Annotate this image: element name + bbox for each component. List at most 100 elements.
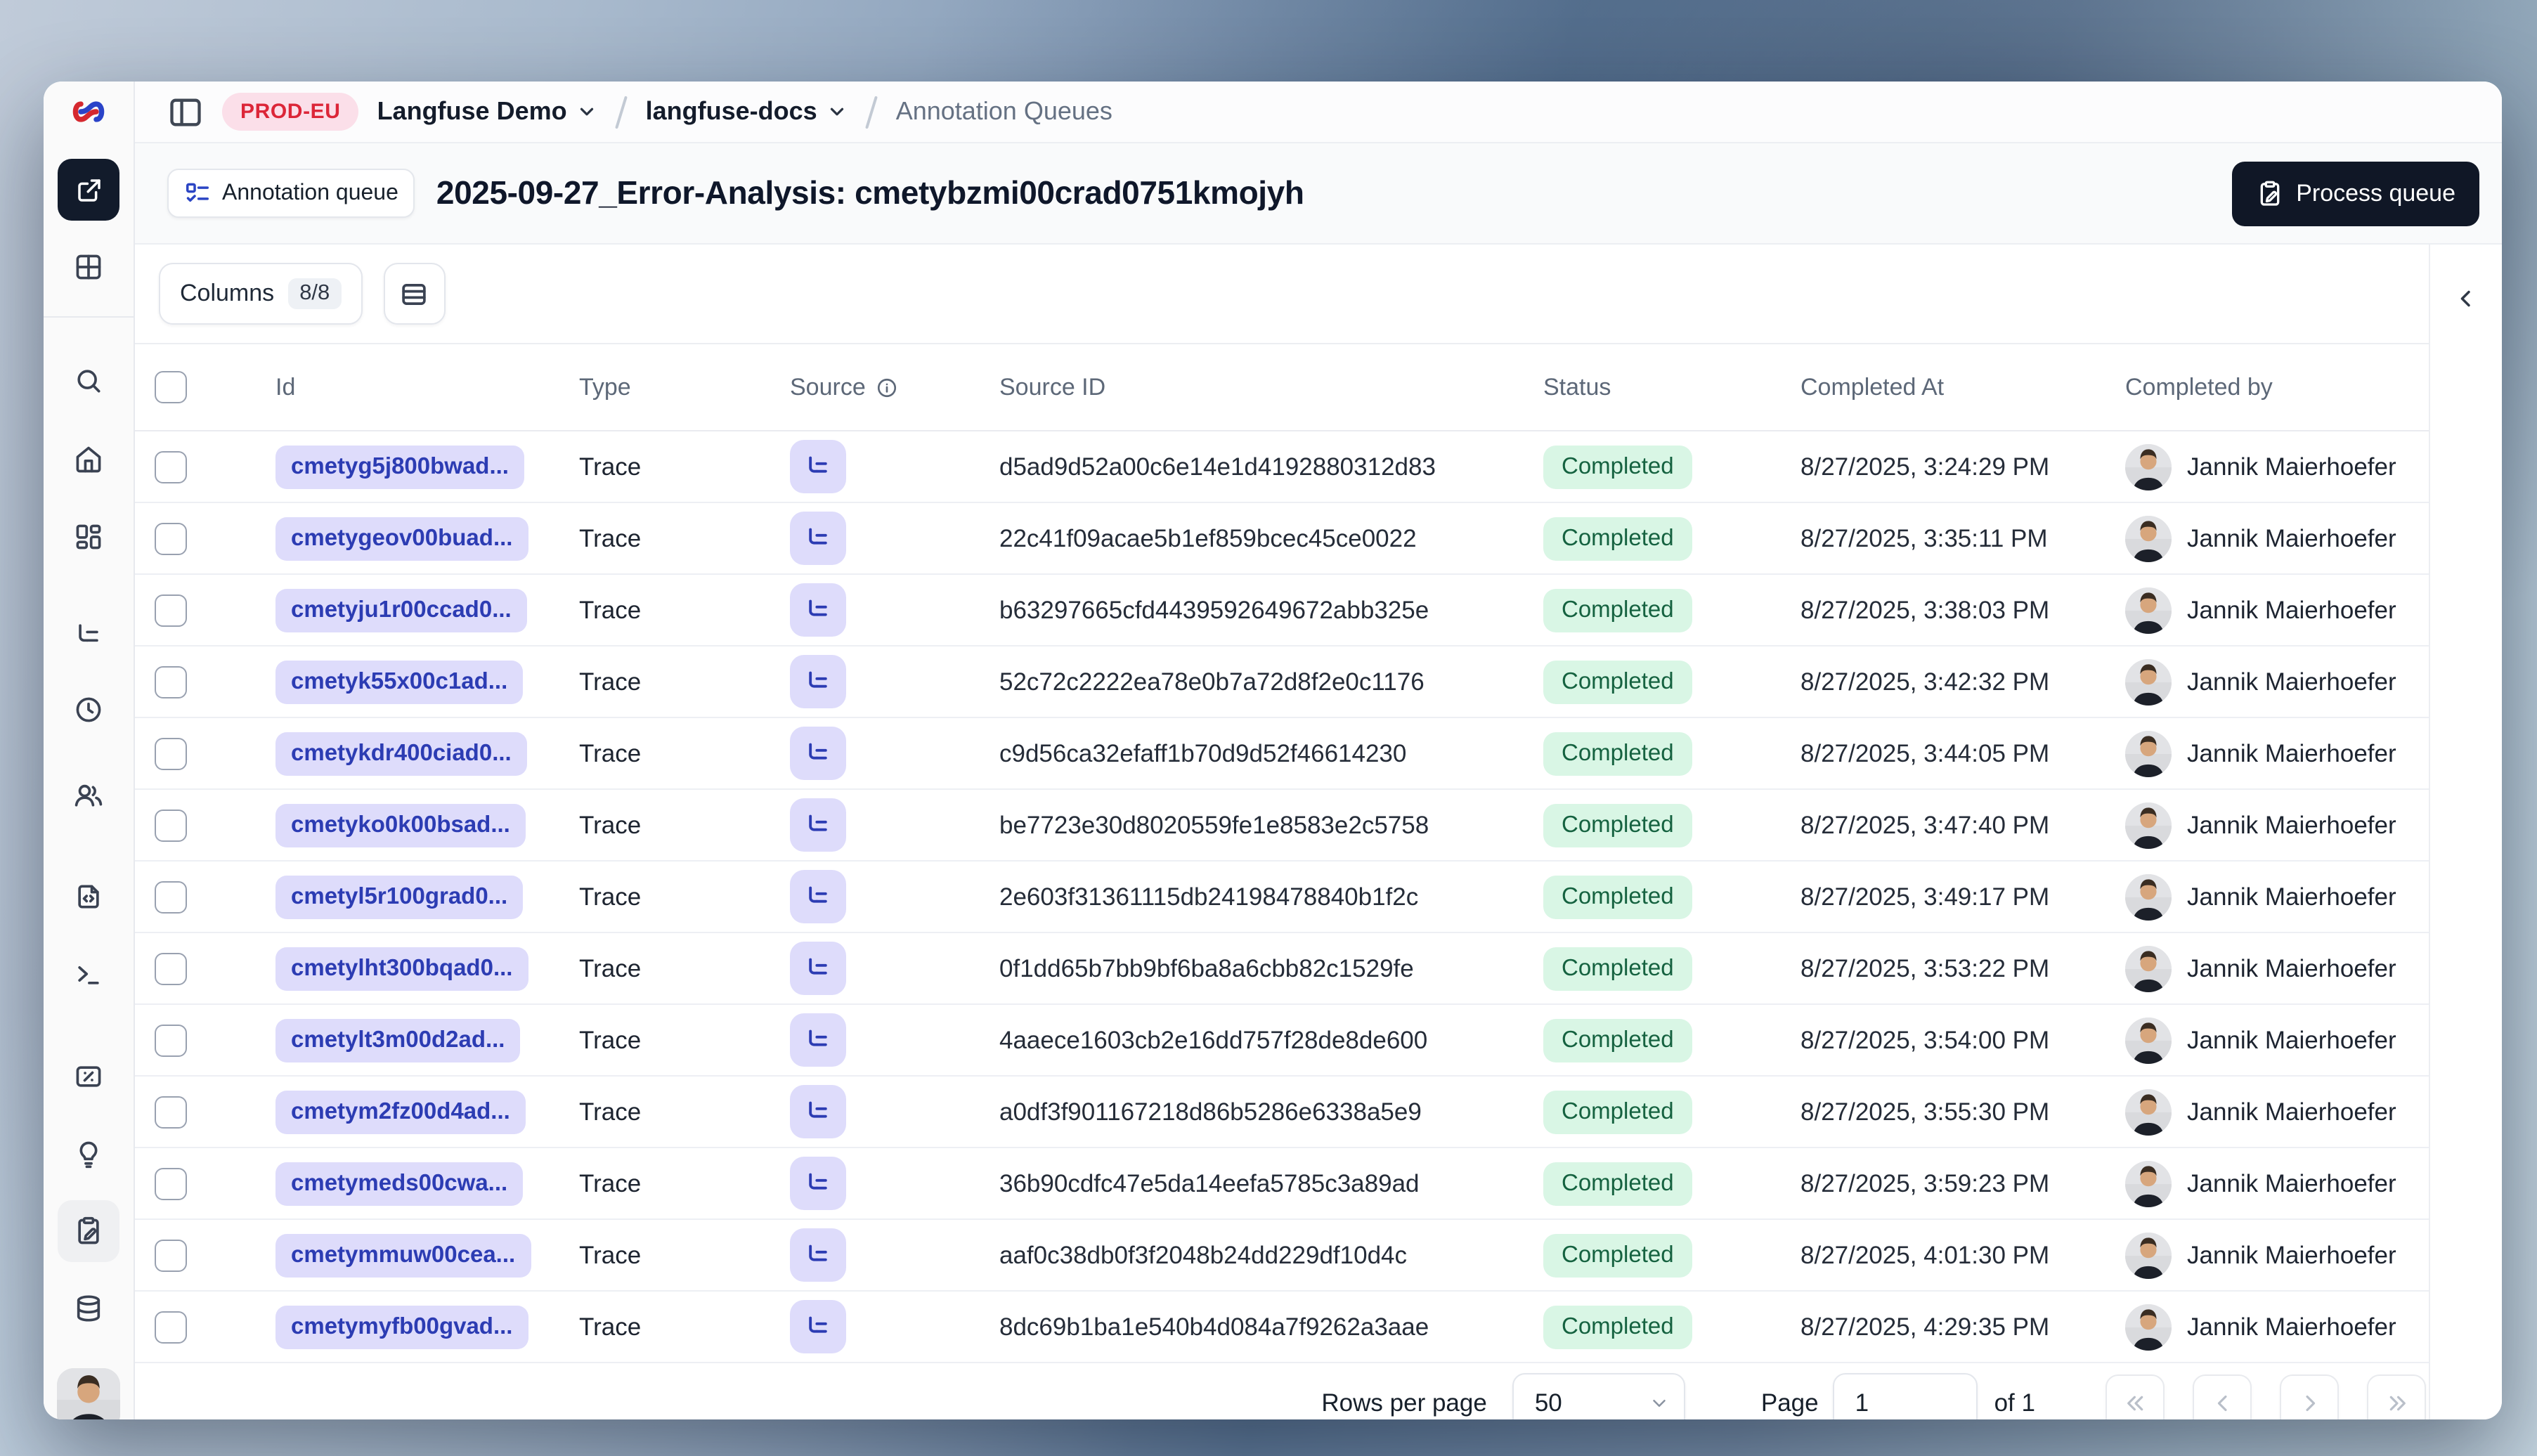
sidebar-item-grid[interactable]: [58, 236, 119, 298]
sidebar-item-dashboards[interactable]: [58, 506, 119, 568]
status-badge: Completed: [1543, 588, 1692, 632]
square-percent-icon: [73, 1061, 104, 1092]
chevron-left-page-button[interactable]: [2193, 1374, 2252, 1419]
row-checkbox[interactable]: [155, 809, 187, 841]
source-badge[interactable]: [790, 583, 846, 637]
row-id-badge[interactable]: cmetylt3m00d2ad...: [275, 1018, 521, 1062]
sidebar-item-sessions[interactable]: [58, 679, 119, 741]
breadcrumb: PROD-EU Langfuse Demo langfuse-docs Anno…: [135, 82, 2502, 143]
sidebar-item-annotation-queues[interactable]: [58, 1200, 119, 1262]
sidebar-item-prompts[interactable]: [58, 866, 119, 928]
table-row[interactable]: cmetyju1r00ccad0... Trace b63297665cfd4439…: [135, 575, 2429, 646]
info-icon[interactable]: [876, 376, 898, 398]
source-badge[interactable]: [790, 655, 846, 708]
row-checkbox[interactable]: [155, 952, 187, 984]
list-tree-icon: [804, 739, 832, 767]
table-body: cmetyg5j800bwad... Trace d5ad9d52a00c6e14e…: [135, 431, 2429, 1363]
row-checkbox[interactable]: [155, 1096, 187, 1128]
desktop: PROD-EU Langfuse Demo langfuse-docs Anno…: [0, 0, 2537, 1456]
table-row[interactable]: cmetygeov00buad... Trace 22c41f09acae5b1ef…: [135, 503, 2429, 575]
source-badge[interactable]: [790, 870, 846, 923]
sidebar-item-search[interactable]: [58, 350, 119, 412]
sidebar-item-insights[interactable]: [58, 1123, 119, 1185]
chevron-down-icon: [827, 101, 848, 122]
rows-per-page-select[interactable]: 50: [1512, 1372, 1685, 1419]
status-badge: Completed: [1543, 1305, 1692, 1348]
table-row[interactable]: cmetyk55x00c1ad... Trace 52c72c2222ea78e0b…: [135, 646, 2429, 718]
table-row[interactable]: cmetykdr400ciad0... Trace c9d56ca32efaff1b…: [135, 718, 2429, 790]
row-id-badge[interactable]: cmetyl5r100grad0...: [275, 875, 524, 918]
sidebar-item-evaluation[interactable]: [58, 1046, 119, 1107]
breadcrumb-project[interactable]: langfuse-docs: [646, 97, 848, 126]
row-checkbox[interactable]: [155, 1239, 187, 1271]
source-badge[interactable]: [790, 727, 846, 780]
row-checkbox[interactable]: [155, 450, 187, 483]
source-badge[interactable]: [790, 942, 846, 995]
source-badge[interactable]: [790, 1228, 846, 1282]
source-badge[interactable]: [790, 1300, 846, 1353]
row-id-badge[interactable]: cmetykdr400ciad0...: [275, 732, 527, 775]
status-badge: Completed: [1543, 1233, 1692, 1277]
source-badge[interactable]: [790, 1085, 846, 1138]
sidebar-item-tracing[interactable]: [58, 604, 119, 666]
sidebar-item-open-external[interactable]: [58, 159, 119, 221]
row-checkbox[interactable]: [155, 880, 187, 913]
user-avatar-button[interactable]: [57, 1368, 120, 1419]
select-all-checkbox[interactable]: [155, 371, 187, 403]
chevrons-right-icon: [2383, 1390, 2410, 1417]
sidebar-toggle-button[interactable]: [167, 93, 204, 130]
row-checkbox[interactable]: [155, 1311, 187, 1343]
row-checkbox[interactable]: [155, 1167, 187, 1200]
sidebar-item-playground[interactable]: [58, 943, 119, 1005]
row-id-badge[interactable]: cmetyju1r00ccad0...: [275, 588, 527, 632]
sidebar-item-datasets[interactable]: [58, 1278, 119, 1339]
row-completed-at: 8/27/2025, 3:47:40 PM: [1800, 810, 2050, 838]
row-id-badge[interactable]: cmetylht300bqad0...: [275, 947, 528, 990]
chevrons-left-page-button[interactable]: [2105, 1374, 2165, 1419]
clipboard-pen-icon: [73, 1216, 104, 1247]
page-number-input[interactable]: 1: [1832, 1372, 1978, 1419]
source-badge[interactable]: [790, 1013, 846, 1067]
chevrons-right-page-button[interactable]: [2367, 1374, 2426, 1419]
environment-badge[interactable]: PROD-EU: [222, 93, 359, 131]
table-row[interactable]: cmetyg5j800bwad... Trace d5ad9d52a00c6e14e…: [135, 431, 2429, 503]
table-row[interactable]: cmetym2fz00d4ad... Trace a0df3f901167218d8…: [135, 1077, 2429, 1148]
table-row[interactable]: cmetymmuw00cea... Trace aaf0c38db0f3f2048b…: [135, 1220, 2429, 1292]
chevron-right-page-button[interactable]: [2280, 1374, 2339, 1419]
row-id-badge[interactable]: cmetym2fz00d4ad...: [275, 1090, 526, 1133]
row-id-badge[interactable]: cmetygeov00buad...: [275, 516, 528, 560]
grid-2x2-icon: [73, 252, 104, 282]
columns-button[interactable]: Columns 8/8: [159, 263, 363, 325]
row-id-badge[interactable]: cmetyg5j800bwad...: [275, 445, 524, 488]
row-checkbox[interactable]: [155, 1024, 187, 1056]
table-row[interactable]: cmetylt3m00d2ad... Trace 4aaece1603cb2e16d…: [135, 1005, 2429, 1077]
langfuse-logo[interactable]: [70, 93, 108, 131]
sidebar-item-users[interactable]: [58, 765, 119, 826]
table-row[interactable]: cmetyl5r100grad0... Trace 2e603f31361115db…: [135, 862, 2429, 933]
breadcrumb-org[interactable]: Langfuse Demo: [377, 97, 598, 126]
row-checkbox[interactable]: [155, 594, 187, 626]
table-row[interactable]: cmetyko0k00bsad... Trace be7723e30d8020559…: [135, 790, 2429, 862]
row-source-id: 36b90cdfc47e5da14eefa5785c3a89ad: [999, 1169, 1420, 1197]
row-id-badge[interactable]: cmetyk55x00c1ad...: [275, 660, 524, 703]
row-checkbox[interactable]: [155, 522, 187, 554]
source-badge[interactable]: [790, 1157, 846, 1210]
sidebar-item-home[interactable]: [58, 429, 119, 490]
breadcrumb-page[interactable]: Annotation Queues: [896, 97, 1112, 126]
row-id-badge[interactable]: cmetymyfb00gvad...: [275, 1305, 528, 1348]
row-id-badge[interactable]: cmetyko0k00bsad...: [275, 803, 526, 847]
row-id-badge[interactable]: cmetymmuw00cea...: [275, 1233, 531, 1277]
row-id-badge[interactable]: cmetymeds00cwa...: [275, 1162, 524, 1205]
row-height-button[interactable]: [383, 263, 446, 325]
table-row[interactable]: cmetymeds00cwa... Trace 36b90cdfc47e5da14e…: [135, 1148, 2429, 1220]
row-completed-at: 8/27/2025, 3:35:11 PM: [1800, 524, 2048, 552]
process-queue-button[interactable]: Process queue: [2231, 161, 2479, 226]
source-badge[interactable]: [790, 440, 846, 493]
row-checkbox[interactable]: [155, 737, 187, 769]
source-badge[interactable]: [790, 798, 846, 852]
source-badge[interactable]: [790, 512, 846, 565]
row-checkbox[interactable]: [155, 665, 187, 698]
table-row[interactable]: cmetymyfb00gvad... Trace 8dc69b1ba1e540b4d…: [135, 1292, 2429, 1363]
collapse-panel-button[interactable]: [2442, 274, 2490, 322]
table-row[interactable]: cmetylht300bqad0... Trace 0f1dd65b7bb9bf6b…: [135, 933, 2429, 1005]
